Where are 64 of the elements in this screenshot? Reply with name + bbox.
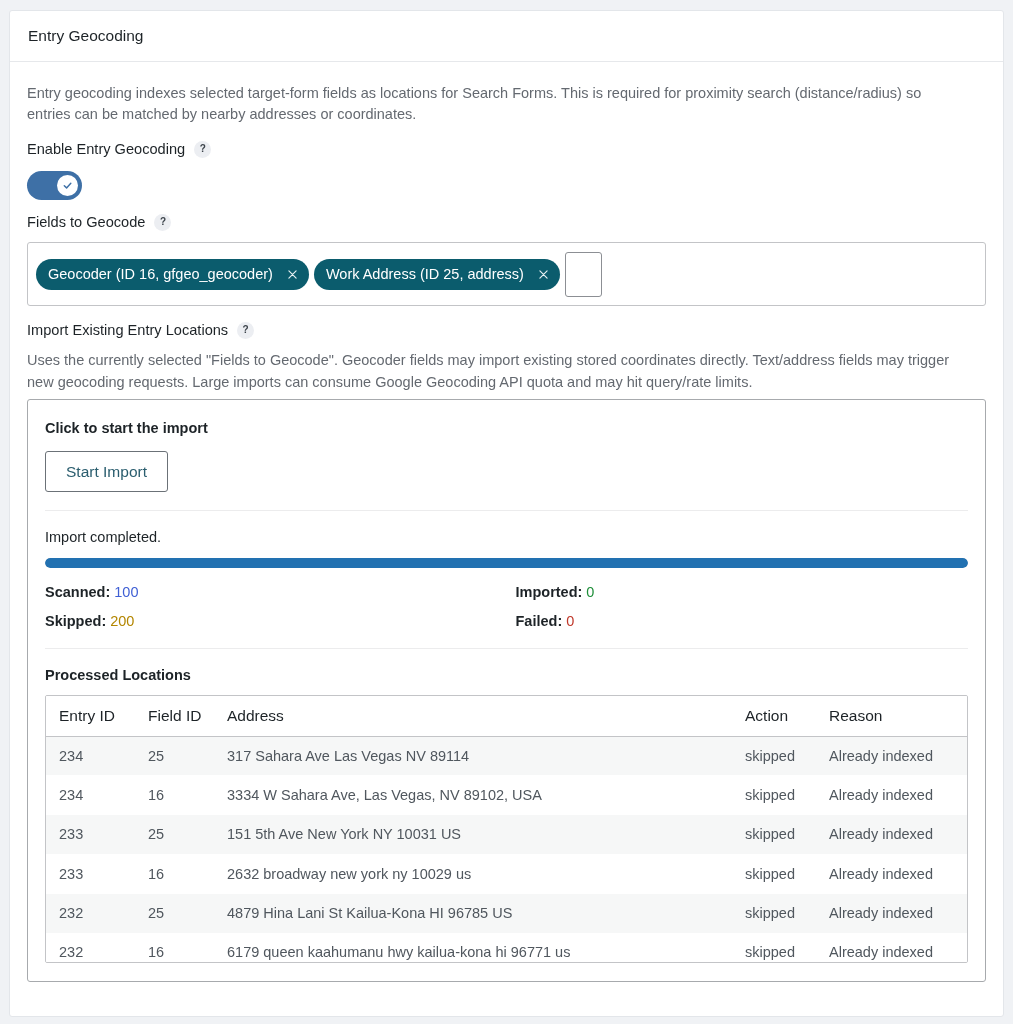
table-cell: 25 [135,814,214,855]
help-icon[interactable]: ? [194,140,212,158]
stat-value: 200 [110,612,135,631]
tag-label: Work Address (ID 25, address) [325,266,524,282]
panel-title: Entry Geocoding [28,26,144,47]
table-cell: 16 [135,932,214,962]
start-import-button[interactable]: Start Import [45,451,168,492]
stat-value: 0 [566,612,575,631]
fields-select[interactable]: Geocoder (ID 16, gfgeo_geocoder) Work Address (ID 25, address) [27,242,986,306]
close-icon [288,269,298,279]
help-icon[interactable]: ? [154,213,172,231]
table-cell: skipped [732,814,816,855]
stat-label: Failed: [515,612,563,631]
column-header: Action [732,696,816,736]
stat-value: 0 [586,583,595,602]
table-cell: 3334 W Sahara Ave, Las Vegas, NV 89102, USA [214,775,732,815]
column-header: Field ID [135,696,214,736]
table-cell: 233 [46,814,135,855]
table-cell: 6179 queen kaahumanu hwy kailua-kona hi 96771 us [214,932,732,962]
table-cell: 16 [135,775,214,815]
table-cell: Already indexed [816,893,967,933]
stat-value: 100 [114,583,139,602]
import-status: Import completed. [45,528,163,547]
column-header: Reason [816,696,967,736]
stat-label: Skipped: [45,612,107,631]
check-icon [57,175,78,196]
column-header: Entry ID [46,696,135,736]
table-cell: 233 [46,854,135,894]
table-cell: Already indexed [816,932,967,962]
table-cell: skipped [732,775,816,815]
table-cell: Already indexed [816,814,967,855]
table-cell: skipped [732,736,816,776]
input-field[interactable] [564,251,602,297]
intro-text: Entry geocoding indexes selected target-form fields as locations for Search Forms. This is required for proximity search (distance/radius) so entries can be matched by nearby addresses or coordinates. [27,84,923,124]
table-cell: Already indexed [816,736,967,776]
table-cell: 4879 Hina Lani St Kailua-Kona HI 96785 US [214,893,732,933]
stat-label: Imported: [515,583,583,602]
table-cell: skipped [732,854,816,894]
section-title: Processed Locations [45,666,192,685]
table-cell: skipped [732,932,816,962]
table-cell: 25 [135,736,214,776]
toggle-switch[interactable] [27,171,82,200]
tag-label: Geocoder (ID 16, gfgeo_geocoder) [48,266,273,282]
table-cell: Already indexed [816,854,967,894]
table-cell: 317 Sahara Ave Las Vegas NV 89114 [214,736,732,776]
table-cell: 2632 broadway new york ny 10029 us [214,854,732,894]
table-cell: 234 [46,775,135,815]
import-description: Uses the currently selected "Fields to Geocode". Geocoder fields may import existing stored coordinates directly. Text/address fields may trigger new geocoding requests. Large imports can consume Google Geocoding API quota and may hit query/rate limits. [27,351,951,392]
table-cell: 151 5th Ave New York NY 10031 US [214,814,732,855]
table-cell: skipped [732,893,816,933]
column-header: Address [214,696,732,736]
import-prompt: Click to start the import [45,419,209,438]
table-cell: 25 [135,893,214,933]
help-icon[interactable]: ? [237,321,255,339]
field-label: Enable Entry Geocoding [27,140,186,159]
stat-label: Scanned: [45,583,111,602]
table-cell: 232 [46,932,135,962]
close-icon [539,269,549,279]
table-cell: 232 [46,893,135,933]
table-cell: 234 [46,736,135,776]
field-label: Fields to Geocode [27,213,146,232]
field-label: Import Existing Entry Locations [27,321,229,340]
table-cell: 16 [135,854,214,894]
table-cell: Already indexed [816,775,967,815]
